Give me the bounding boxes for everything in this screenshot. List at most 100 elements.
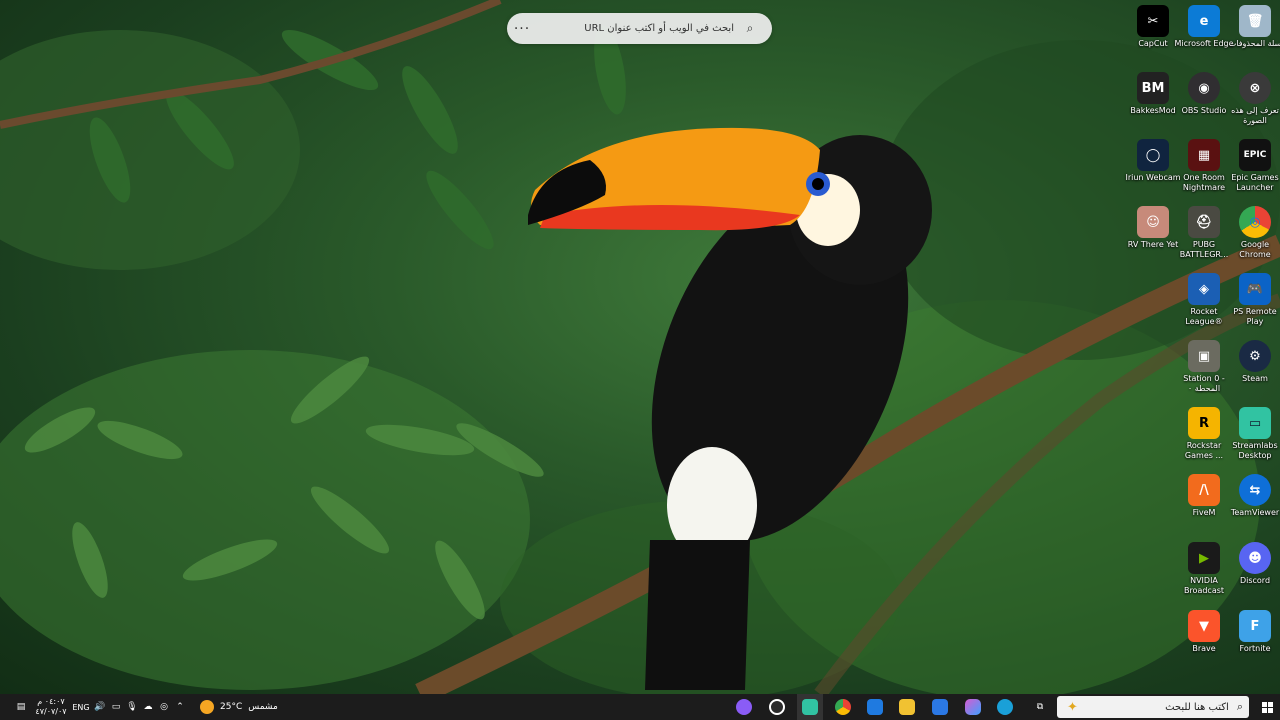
volume-button[interactable]: 🔊 <box>93 694 107 720</box>
web-search-widget[interactable]: ⌕ ابحث في الويب أو اكتب عنوان URL ··· <box>507 13 772 44</box>
copilot-icon <box>736 699 752 715</box>
chrome-icon <box>835 699 851 715</box>
taskbar-app-chrome[interactable] <box>830 694 856 720</box>
mail-icon <box>932 699 948 715</box>
desktop-icon-ps-remote-play[interactable]: 🎮 PS Remote Play <box>1225 273 1280 327</box>
taskbar: ▤ ٠٤:٠٧ م ٤٧/٠٧/٠٧ ENG 🔊 ▭ 🎙 ☁ ◎ ⌃ 25°C … <box>0 694 1280 720</box>
desktop-icon-label: سلة المحذوفات <box>1228 39 1280 48</box>
streamlabs-icon: ▭ <box>1239 407 1271 439</box>
desktop-icon-teamviewer[interactable]: ⇆ TeamViewer <box>1225 474 1280 518</box>
weather-widget[interactable]: 25°C مشمس <box>200 694 290 720</box>
onedrive-button[interactable]: ☁ <box>141 694 155 720</box>
taskbar-app-obs[interactable] <box>764 694 790 720</box>
brave-icon: ▼ <box>1188 610 1220 642</box>
windows-icon <box>1261 701 1273 713</box>
streamlabs-icon <box>802 699 818 715</box>
network-button[interactable]: ▭ <box>109 694 123 720</box>
taskbar-app-copilot[interactable] <box>731 694 757 720</box>
network-icon: ▭ <box>111 702 121 712</box>
desktop-icon-streamlabs[interactable]: ▭ Streamlabs Desktop <box>1225 407 1280 461</box>
bakkesmod-icon: BM <box>1137 72 1169 104</box>
task-view-icon: ⧉ <box>1036 702 1044 712</box>
edge-icon: e <box>1188 5 1220 37</box>
sun-icon <box>200 700 214 714</box>
weather-desc: مشمس <box>248 702 278 712</box>
chrome-icon: ◎ <box>1239 206 1271 238</box>
ps-remote-play-icon: 🎮 <box>1239 273 1271 305</box>
edge-icon <box>997 699 1013 715</box>
taskbar-app-mail[interactable] <box>927 694 953 720</box>
obs-icon <box>769 699 785 715</box>
microphone-button[interactable]: 🎙 <box>125 694 139 720</box>
capcut-icon: ✂ <box>1137 5 1169 37</box>
search-icon: ⌕ <box>1236 700 1243 713</box>
start-button[interactable] <box>1254 694 1280 720</box>
desktop-icon-label: TeamViewer <box>1230 508 1280 517</box>
more-options-button[interactable]: ··· <box>507 21 537 37</box>
taskbar-app-store[interactable] <box>862 694 888 720</box>
language-label: ENG <box>72 702 90 712</box>
rocket-league-icon: ◈ <box>1188 273 1220 305</box>
rockstar-icon: R <box>1188 407 1220 439</box>
desktop-icon-label: Fortnite <box>1239 644 1271 653</box>
notifications-button[interactable]: ▤ <box>8 694 34 720</box>
taskbar-app-streamlabs[interactable] <box>797 694 823 720</box>
desktop-icon-learn-about-picture[interactable]: ⊗ تعرف إلى هذه الصورة <box>1225 72 1280 126</box>
cloud-icon: ☁ <box>143 702 153 712</box>
teamviewer-icon: ⇆ <box>1239 474 1271 506</box>
clock[interactable]: ٠٤:٠٧ م ٤٧/٠٧/٠٧ <box>34 694 68 720</box>
clock-date: ٤٧/٠٧/٠٧ <box>35 707 67 716</box>
spotlight-icon: ⊗ <box>1239 72 1271 104</box>
desktop-icon-fortnite[interactable]: F Fortnite <box>1225 610 1280 654</box>
toucan-wallpaper-art <box>0 0 1280 694</box>
webcam-icon: ◯ <box>1137 139 1169 171</box>
epic-games-icon: EPIC <box>1239 139 1271 171</box>
search-icon: ⌕ <box>746 21 754 35</box>
tray-app-button[interactable]: ◎ <box>157 694 171 720</box>
show-hidden-icons-button[interactable]: ⌃ <box>173 694 187 720</box>
obs-icon: ◉ <box>1188 72 1220 104</box>
nvidia-broadcast-icon: ▶ <box>1188 542 1220 574</box>
game-icon: ▦ <box>1188 139 1220 171</box>
task-view-button[interactable]: ⧉ <box>1027 694 1053 720</box>
taskbar-app-copilot-2[interactable] <box>960 694 986 720</box>
fortnite-icon: F <box>1239 610 1271 642</box>
tray-app-icon: ◎ <box>160 702 168 712</box>
desktop-icon-label: PS Remote Play <box>1233 307 1277 326</box>
desktop-icon-label: تعرف إلى هذه الصورة <box>1231 106 1279 125</box>
desktop-icon-label: Google Chrome <box>1239 240 1271 259</box>
desktop-icon-label: Discord <box>1239 576 1271 585</box>
taskbar-app-edge[interactable] <box>992 694 1018 720</box>
fivem-icon: /\ <box>1188 474 1220 506</box>
desktop-icon-recycle-bin[interactable]: 🗑 سلة المحذوفات <box>1225 5 1280 49</box>
desktop-icon-epic-games[interactable]: EPIC Epic Games Launcher <box>1225 139 1280 193</box>
station-0-icon: ▣ <box>1188 340 1220 372</box>
sparkle-icon: ✦ <box>1067 699 1078 715</box>
desktop-icon-label: Epic Games Launcher <box>1231 173 1279 192</box>
store-icon <box>867 699 883 715</box>
desktop-icon-label: Steam <box>1242 374 1268 383</box>
taskbar-app-file-explorer[interactable] <box>894 694 920 720</box>
chevron-up-icon: ⌃ <box>176 702 184 712</box>
desktop-icon-label: Streamlabs Desktop <box>1232 441 1278 460</box>
rv-there-yet-icon: ☺ <box>1137 206 1169 238</box>
language-indicator[interactable]: ENG <box>70 694 92 720</box>
desktop-icon-discord[interactable]: ☻ Discord <box>1225 542 1280 586</box>
search-widget-placeholder[interactable]: ابحث في الويب أو اكتب عنوان URL <box>537 23 734 34</box>
desktop-icon-steam[interactable]: ⚙ Steam <box>1225 340 1280 384</box>
pubg-icon: ⛑ <box>1188 206 1220 238</box>
folder-icon <box>899 699 915 715</box>
copilot-app-icon <box>965 699 981 715</box>
taskbar-search-placeholder: اكتب هنا للبحث <box>1165 701 1229 713</box>
desktop-wallpaper <box>0 0 1280 694</box>
taskbar-search-box[interactable]: ⌕ اكتب هنا للبحث ✦ <box>1057 696 1249 718</box>
weather-temp: 25°C <box>220 702 243 712</box>
microphone-icon: 🎙 <box>126 702 138 712</box>
clock-time: ٠٤:٠٧ م <box>37 697 65 706</box>
discord-icon: ☻ <box>1239 542 1271 574</box>
recycle-bin-icon: 🗑 <box>1239 5 1271 37</box>
notifications-icon: ▤ <box>16 702 26 712</box>
desktop-icon-google-chrome[interactable]: ◎ Google Chrome <box>1225 206 1280 260</box>
steam-icon: ⚙ <box>1239 340 1271 372</box>
speaker-icon: 🔊 <box>94 702 106 712</box>
